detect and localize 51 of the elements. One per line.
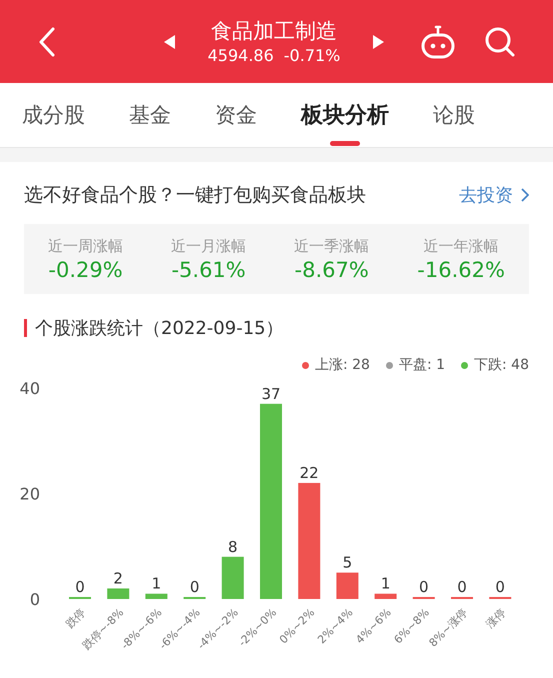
index-price: 4594.86 xyxy=(208,44,274,66)
bar xyxy=(145,594,168,599)
tab[interactable]: 基金 xyxy=(129,83,171,147)
promo-text: 选不好食品个股？一键打包购买食品板块 xyxy=(24,183,367,208)
bar-value-label: 1 xyxy=(152,574,162,593)
tab[interactable]: 成分股 xyxy=(22,83,85,147)
invest-link[interactable]: 去投资 xyxy=(459,183,513,207)
previous-icon[interactable] xyxy=(164,34,176,48)
bar-value-label: 5 xyxy=(342,554,352,572)
bar-value-label: 0 xyxy=(190,578,200,596)
stat-value: -16.62% xyxy=(417,258,505,282)
stat-value: -5.61% xyxy=(171,258,246,282)
bar xyxy=(374,594,397,599)
legend-label: 平盘: 1 xyxy=(398,356,446,374)
tab[interactable]: 论股 xyxy=(433,83,475,147)
index-change: -0.71% xyxy=(284,44,340,66)
stat-value: -8.67% xyxy=(294,258,369,282)
y-axis-label: 40 xyxy=(20,379,40,398)
back-icon[interactable] xyxy=(38,26,56,56)
chevron-right-icon[interactable] xyxy=(521,188,529,202)
y-axis-label: 20 xyxy=(20,484,40,504)
bar-value-label: 8 xyxy=(228,538,238,556)
stat-label: 近一年涨幅 xyxy=(424,236,499,256)
bar-value-label: 37 xyxy=(261,384,281,403)
bar-value-label: 0 xyxy=(495,578,505,596)
search-icon[interactable] xyxy=(484,26,516,58)
stat-label: 近一周涨幅 xyxy=(48,236,124,256)
bar xyxy=(336,572,358,599)
bar-value-label: 1 xyxy=(380,574,390,593)
tab[interactable]: 板块分析 xyxy=(301,83,389,147)
bar xyxy=(107,588,130,599)
sector-title: 食品加工制造 xyxy=(211,18,337,44)
section-marker xyxy=(24,319,27,337)
chart-title: 个股涨跌统计（2022-09-15） xyxy=(35,317,284,340)
legend-label: 下跌: 48 xyxy=(474,356,529,374)
legend-label: 上涨: 28 xyxy=(314,356,370,374)
next-icon[interactable] xyxy=(372,34,384,48)
stat-value: -0.29% xyxy=(48,258,123,282)
bar-value-label: 0 xyxy=(457,578,467,596)
stat-label: 近一月涨幅 xyxy=(171,236,246,256)
bar-value-label: 0 xyxy=(75,578,85,596)
bar-value-label: 2 xyxy=(113,569,123,588)
x-axis-label: 跌停 xyxy=(63,606,88,631)
bar-value-label: 0 xyxy=(419,578,429,596)
tab[interactable]: 资金 xyxy=(215,83,257,147)
x-axis-label: 涨停 xyxy=(484,606,508,631)
bar xyxy=(222,556,244,599)
stat-label: 近一季涨幅 xyxy=(294,236,370,256)
y-axis-label: 0 xyxy=(30,590,40,609)
bar-value-label: 22 xyxy=(300,464,319,482)
robot-icon[interactable] xyxy=(420,24,456,58)
